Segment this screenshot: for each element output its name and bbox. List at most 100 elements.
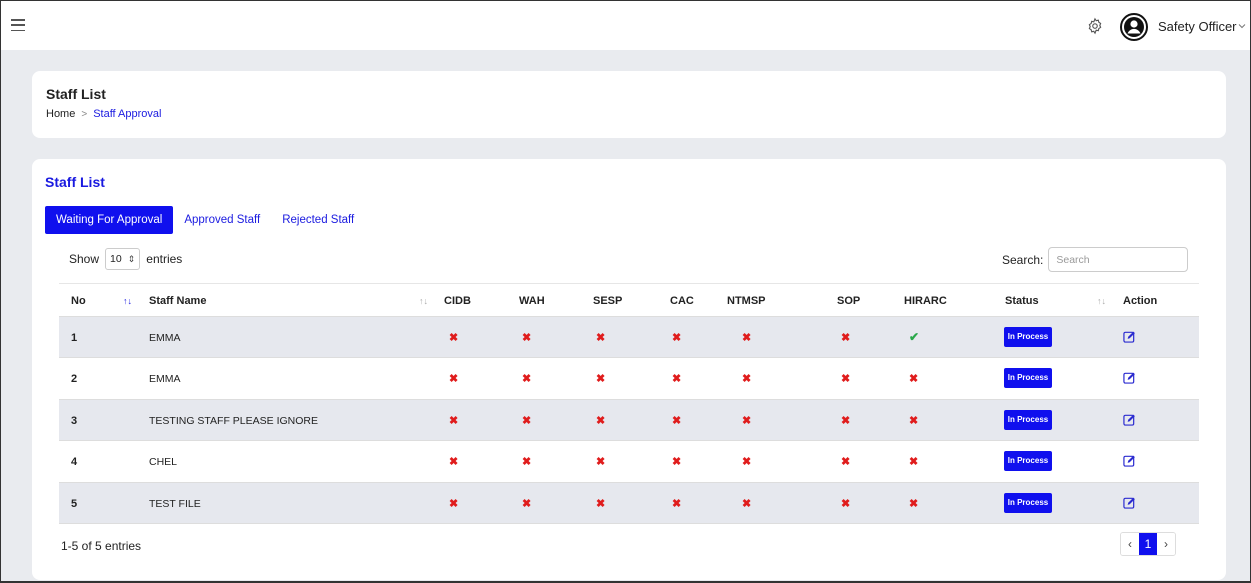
cross-icon: ✖	[672, 497, 682, 510]
cross-icon: ✖	[841, 332, 851, 344]
row-number: 3	[71, 414, 78, 427]
status-badge: In Process	[1004, 451, 1052, 472]
staff-table: No ↑↓ Staff Name ↑↓ CIDB WAH SESP CAC NT…	[59, 283, 1199, 524]
row-number: 1	[71, 332, 78, 344]
user-name[interactable]: Safety Officer	[1158, 19, 1237, 34]
edit-icon[interactable]	[1123, 371, 1136, 385]
column-header-cac: CAC	[670, 295, 694, 307]
table-info: 1-5 of 5 entries	[61, 539, 142, 553]
cross-icon: ✖	[449, 373, 459, 386]
breadcrumb-current[interactable]: Staff Approval	[93, 108, 161, 120]
cross-icon: ✖	[449, 456, 459, 469]
cross-icon: ✖	[742, 497, 752, 510]
edit-icon[interactable]	[1123, 496, 1136, 509]
cross-icon: ✖	[909, 373, 919, 386]
section-title: Staff List	[45, 174, 105, 190]
table-row: 1 EMMA ✖ ✖ ✖ ✖ ✖ ✖ ✔ In Process	[59, 317, 1199, 359]
cross-icon: ✖	[672, 414, 682, 427]
tab-approved-staff[interactable]: Approved Staff	[173, 206, 271, 234]
breadcrumb-home[interactable]: Home	[46, 108, 75, 120]
column-header-status[interactable]: Status	[1005, 295, 1039, 307]
table-row: 3 TESTING STAFF PLEASE IGNORE ✖ ✖ ✖ ✖ ✖ ✖ ✖ In Pr…	[59, 399, 1199, 442]
breadcrumb: Home > Staff Approval	[46, 108, 161, 120]
top-bar: Safety Officer	[1, 0, 1250, 50]
cross-icon: ✖	[909, 456, 919, 469]
edit-icon[interactable]	[1123, 454, 1136, 467]
column-header-ntmsp: NTMSP	[727, 295, 766, 307]
page-title: Staff List	[46, 86, 106, 102]
chevron-down-icon[interactable]	[1238, 22, 1246, 30]
tab-rejected-staff[interactable]: Rejected Staff	[271, 206, 365, 234]
tab-waiting-for-approval[interactable]: Waiting For Approval	[45, 206, 174, 234]
show-label: Show	[69, 252, 100, 266]
status-badge: In Process	[1004, 409, 1052, 430]
user-circle-icon[interactable]	[1120, 13, 1148, 41]
breadcrumb-separator: >	[81, 108, 88, 120]
cross-icon: ✖	[841, 373, 851, 386]
cross-icon: ✖	[742, 373, 752, 386]
cross-icon: ✖	[449, 497, 459, 510]
table-row: 5 TEST FILE ✖ ✖ ✖ ✖ ✖ ✖ ✖ In Process	[59, 482, 1199, 524]
cross-icon: ✖	[596, 332, 606, 344]
table-row: 2 EMMA ✖ ✖ ✖ ✖ ✖ ✖ ✖ In Process	[59, 358, 1199, 400]
cross-icon: ✖	[742, 332, 752, 344]
cross-icon: ✖	[596, 414, 606, 427]
column-header-hirarc: HIRARC	[904, 295, 947, 307]
pagination-prev[interactable]: ‹	[1121, 533, 1139, 555]
status-badge: In Process	[1004, 327, 1052, 347]
cross-icon: ✖	[522, 414, 532, 427]
search-label: Search:	[1002, 252, 1044, 267]
cross-icon: ✖	[449, 332, 459, 344]
table-header: No ↑↓ Staff Name ↑↓ CIDB WAH SESP CAC NT…	[59, 283, 1199, 317]
column-header-action: Action	[1123, 295, 1158, 307]
staff-list-card: Staff List Waiting For Approval Approved…	[32, 159, 1226, 580]
select-arrows-icon: ⇕	[127, 253, 136, 264]
row-number: 2	[71, 373, 78, 386]
gear-icon[interactable]	[1086, 17, 1104, 35]
cross-icon: ✖	[522, 373, 532, 386]
entries-label: entries	[146, 252, 183, 266]
column-header-no[interactable]: No	[71, 295, 86, 307]
edit-icon[interactable]	[1123, 413, 1136, 426]
check-icon: ✔	[909, 330, 920, 344]
cross-icon: ✖	[672, 373, 682, 386]
cross-icon: ✖	[522, 497, 532, 510]
page-header-card: Staff List Home > Staff Approval	[32, 71, 1226, 138]
status-tabs: Waiting For Approval Approved Staff Reje…	[45, 206, 365, 234]
cross-icon: ✖	[596, 497, 606, 510]
cross-icon: ✖	[672, 332, 682, 344]
search-control: Search:	[1002, 247, 1189, 272]
column-header-sesp: SESP	[593, 295, 623, 307]
edit-icon[interactable]	[1123, 330, 1136, 343]
cross-icon: ✖	[909, 497, 919, 510]
cross-icon: ✖	[672, 456, 682, 469]
cross-icon: ✖	[522, 332, 532, 344]
column-header-staff-name[interactable]: Staff Name	[149, 295, 206, 307]
cross-icon: ✖	[841, 456, 851, 469]
cross-icon: ✖	[522, 456, 532, 469]
column-header-wah: WAH	[519, 295, 545, 307]
cross-icon: ✖	[742, 414, 752, 427]
table-row: 4 CHEL ✖ ✖ ✖ ✖ ✖ ✖ ✖ In Process	[59, 441, 1199, 483]
sort-asc-icon[interactable]: ↑↓	[123, 296, 132, 306]
cross-icon: ✖	[841, 497, 851, 510]
pagination-page-1[interactable]: 1	[1139, 533, 1157, 555]
cross-icon: ✖	[909, 414, 919, 427]
sort-icon[interactable]: ↑↓	[419, 296, 428, 306]
row-number: 5	[71, 497, 78, 510]
staff-name: EMMA	[149, 373, 181, 386]
entries-select[interactable]: 10 ⇕	[105, 248, 141, 270]
cross-icon: ✖	[596, 456, 606, 469]
column-header-sop: SOP	[837, 295, 861, 307]
sort-icon[interactable]: ↑↓	[1097, 296, 1106, 306]
entries-control: Show 10 ⇕ entries	[69, 248, 182, 270]
table-body: 1 EMMA ✖ ✖ ✖ ✖ ✖ ✖ ✔ In Process 2 EMMA ✖ ✖ ✖ ✖ ✖ ✖ ✖ In Pro…	[59, 317, 1199, 524]
hamburger-icon[interactable]	[11, 19, 25, 31]
pagination: ‹ 1 ›	[1120, 532, 1176, 556]
staff-name: CHEL	[149, 456, 178, 469]
cross-icon: ✖	[596, 373, 606, 386]
pagination-next[interactable]: ›	[1157, 533, 1175, 555]
search-input[interactable]	[1048, 247, 1189, 272]
cross-icon: ✖	[742, 456, 752, 469]
status-badge: In Process	[1004, 368, 1052, 389]
